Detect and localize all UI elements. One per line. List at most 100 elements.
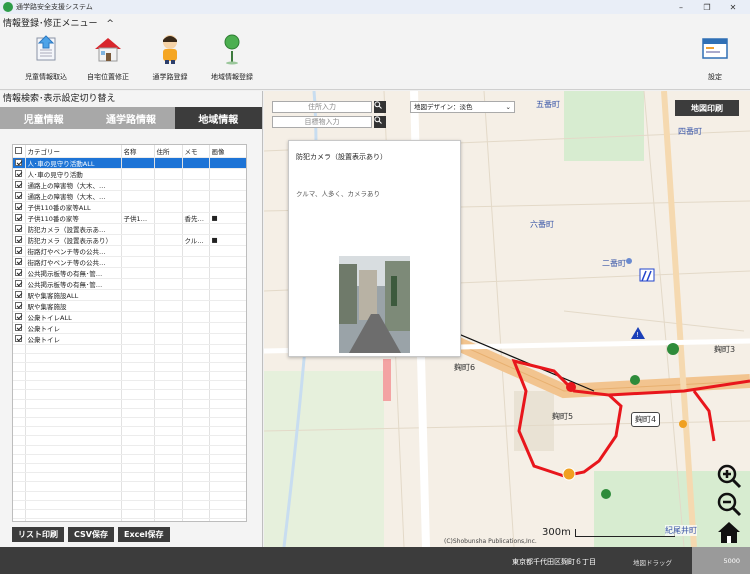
print-list-button[interactable]: リスト印刷 bbox=[12, 527, 64, 542]
row-checkbox[interactable] bbox=[13, 201, 26, 213]
row-checkbox[interactable] bbox=[13, 300, 26, 312]
row-checkbox[interactable] bbox=[13, 267, 26, 279]
table-row[interactable]: 公共掲示板等の有無･管… bbox=[13, 267, 246, 279]
cell-name bbox=[121, 245, 155, 257]
empty-row bbox=[13, 417, 246, 428]
school-icon bbox=[562, 467, 576, 481]
tab-routes[interactable]: 通学路情報 bbox=[87, 107, 175, 129]
row-checkbox[interactable] bbox=[13, 168, 26, 180]
empty-cell bbox=[182, 353, 210, 363]
table-row[interactable]: 駅や集客施設 bbox=[13, 300, 246, 312]
tab-area-info[interactable]: 地域情報 bbox=[174, 107, 262, 129]
landmark-search-button[interactable] bbox=[374, 116, 386, 128]
row-checkbox[interactable] bbox=[13, 333, 26, 345]
cell-memo bbox=[182, 190, 210, 202]
row-checkbox[interactable] bbox=[13, 179, 26, 191]
print-map-button[interactable]: 地図印刷 bbox=[675, 100, 739, 116]
import-children-button[interactable]: 児童情報取込 bbox=[14, 32, 78, 88]
empty-cell bbox=[154, 445, 183, 455]
table-row[interactable]: 公衆トイレ bbox=[13, 322, 246, 334]
cell-image bbox=[209, 333, 246, 345]
row-checkbox[interactable] bbox=[13, 234, 26, 246]
empty-cell bbox=[209, 371, 246, 382]
map-design-select[interactable]: 地図デザイン：淡色 ⌄ bbox=[410, 101, 515, 113]
empty-cell bbox=[13, 454, 26, 464]
collapse-ribbon-icon[interactable]: ^ bbox=[106, 19, 114, 29]
empty-cell bbox=[25, 426, 122, 437]
map-view[interactable]: ! 住所入力 目標物入力 地図デザイン：淡色 ⌄ 地図印刷 五番町 四番町 六番… bbox=[264, 91, 750, 547]
cell-category: 防犯カメラ（設置表示あり） bbox=[25, 234, 122, 246]
left-panel-header: 情報検索･表示設定切り替え bbox=[3, 94, 116, 104]
table-row[interactable]: 公共掲示板等の有無･管… bbox=[13, 278, 246, 290]
row-checkbox[interactable] bbox=[13, 223, 26, 235]
row-checkbox[interactable] bbox=[13, 157, 26, 169]
place-label: 麹町3 bbox=[714, 345, 736, 354]
register-area-info-label: 地域情報登録 bbox=[211, 73, 253, 81]
table-row[interactable]: 防犯カメラ（設置表示あり） クル… ■ bbox=[13, 234, 246, 246]
table-row[interactable]: 街路灯やベンチ等の公共… bbox=[13, 245, 246, 257]
minimize-button[interactable]: – bbox=[668, 0, 694, 14]
maximize-button[interactable]: ❐ bbox=[694, 0, 720, 14]
people-icon bbox=[667, 343, 679, 355]
table-row[interactable]: 子供110番の家等 子供1… 香先… ■ bbox=[13, 212, 246, 224]
cell-memo bbox=[182, 245, 210, 257]
home-button[interactable] bbox=[716, 519, 742, 545]
row-checkbox[interactable] bbox=[13, 245, 26, 257]
address-search-button[interactable] bbox=[374, 101, 386, 113]
column-header-name[interactable]: 名称 bbox=[121, 145, 155, 158]
empty-row bbox=[13, 426, 246, 437]
row-checkbox[interactable] bbox=[13, 311, 26, 323]
cell-memo bbox=[182, 322, 210, 334]
table-row[interactable]: 公衆トイレ bbox=[13, 333, 246, 345]
table-row[interactable]: 駅や集客施設ALL bbox=[13, 289, 246, 301]
group-icon bbox=[630, 375, 640, 385]
empty-cell bbox=[121, 408, 155, 419]
table-row[interactable]: 人･車の見守り活動 bbox=[13, 168, 246, 180]
table-row[interactable]: 子供110番の家等ALL bbox=[13, 201, 246, 213]
table-row[interactable]: 通路上の障害物（大木、… bbox=[13, 190, 246, 202]
zoom-out-button[interactable] bbox=[716, 491, 742, 517]
column-header-category[interactable]: カテゴリー bbox=[25, 145, 122, 158]
empty-cell bbox=[25, 389, 122, 400]
cell-category: 人･車の見守り活動ALL bbox=[25, 157, 122, 169]
row-checkbox[interactable] bbox=[13, 256, 26, 268]
table-row[interactable]: 街路灯やベンチ等の公共… bbox=[13, 256, 246, 268]
cell-image bbox=[209, 267, 246, 279]
zoom-in-button[interactable] bbox=[716, 463, 742, 489]
save-excel-button[interactable]: Excel保存 bbox=[117, 527, 170, 542]
camera-photo[interactable] bbox=[339, 256, 410, 353]
empty-cell bbox=[121, 426, 155, 437]
column-header-address[interactable]: 住所 bbox=[154, 145, 183, 158]
row-checkbox[interactable] bbox=[13, 278, 26, 290]
place-label: 六番町 bbox=[530, 220, 554, 229]
tab-children[interactable]: 児童情報 bbox=[0, 107, 88, 129]
empty-cell bbox=[13, 435, 26, 446]
empty-cell bbox=[154, 426, 183, 437]
row-checkbox[interactable] bbox=[13, 322, 26, 334]
landmark-search-input[interactable]: 目標物入力 bbox=[272, 116, 372, 128]
cell-image: ■ bbox=[209, 212, 246, 224]
table-row[interactable]: 通路上の障害物（大木、… bbox=[13, 179, 246, 191]
cell-category: 街路灯やベンチ等の公共… bbox=[25, 245, 122, 257]
row-checkbox[interactable] bbox=[13, 289, 26, 301]
column-header-memo[interactable]: メモ bbox=[182, 145, 210, 158]
address-search-input[interactable]: 住所入力 bbox=[272, 101, 372, 113]
empty-row bbox=[13, 344, 246, 354]
cell-memo bbox=[182, 179, 210, 191]
cell-name bbox=[121, 168, 155, 180]
fix-home-position-button[interactable]: 自宅位置修正 bbox=[76, 32, 140, 88]
table-row[interactable]: 人･車の見守り活動ALL bbox=[13, 157, 246, 169]
table-row[interactable]: 公衆トイレALL bbox=[13, 311, 246, 323]
table-row[interactable]: 防犯カメラ（設置表示あ… bbox=[13, 223, 246, 235]
close-button[interactable]: ✕ bbox=[720, 0, 746, 14]
row-checkbox[interactable] bbox=[13, 212, 26, 224]
register-area-info-button[interactable]: 地域情報登録 bbox=[200, 32, 264, 88]
settings-button[interactable]: 設定 bbox=[683, 32, 747, 88]
column-header-image[interactable]: 画像 bbox=[209, 145, 246, 158]
empty-cell bbox=[13, 399, 26, 409]
save-csv-button[interactable]: CSV保存 bbox=[68, 527, 114, 542]
cell-address bbox=[154, 190, 183, 202]
row-checkbox[interactable] bbox=[13, 190, 26, 202]
select-all-checkbox[interactable] bbox=[13, 145, 26, 158]
register-route-button[interactable]: 通学路登録 bbox=[138, 32, 202, 88]
